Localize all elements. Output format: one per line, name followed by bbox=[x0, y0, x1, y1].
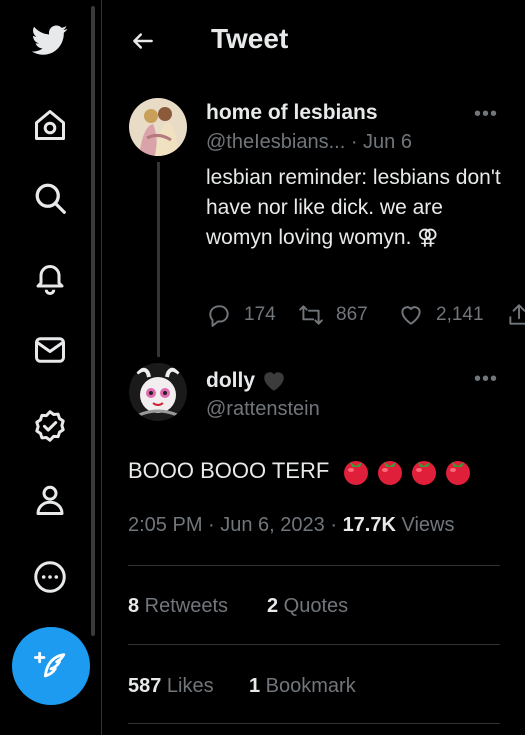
back-button[interactable] bbox=[128, 26, 158, 56]
reply-icon bbox=[209, 305, 229, 327]
reply-button[interactable]: 174 bbox=[206, 302, 276, 328]
author-handle-text[interactable]: @theIesbians... bbox=[206, 131, 345, 153]
twitter-logo-icon[interactable] bbox=[28, 18, 72, 62]
retweet-count: 867 bbox=[336, 304, 368, 325]
tweet-text-content: BOOO BOOO TERF bbox=[128, 458, 330, 483]
quotes-count: 2 bbox=[267, 595, 279, 617]
bookmarks-stat[interactable]: 1 Bookmark bbox=[249, 675, 356, 698]
avatar[interactable] bbox=[129, 363, 187, 421]
divider bbox=[128, 723, 500, 724]
tweet-meta: 2:05 PM · Jun 6, 2023 · 17.7K Views bbox=[128, 514, 454, 537]
author-name[interactable]: dolly bbox=[206, 369, 255, 393]
share-icon bbox=[509, 304, 525, 325]
bookmarks-label: Bookmark bbox=[260, 675, 356, 697]
compose-icon bbox=[34, 651, 66, 678]
retweets-count: 8 bbox=[128, 595, 140, 617]
retweet-button[interactable]: 867 bbox=[298, 302, 368, 328]
heart-black-icon bbox=[264, 372, 284, 391]
retweets-label: Retweets bbox=[139, 595, 229, 617]
views-label: Views bbox=[395, 514, 455, 536]
like-count: 2,141 bbox=[436, 304, 484, 325]
views-count: 17.7K bbox=[342, 514, 396, 536]
tomato-icon bbox=[446, 461, 471, 485]
reply-count: 174 bbox=[244, 304, 276, 325]
sidebar-scrollbar[interactable] bbox=[91, 6, 95, 636]
profile-icon[interactable] bbox=[28, 478, 72, 522]
tomato-icon bbox=[412, 461, 437, 485]
retweets-stat[interactable]: 8 Retweets bbox=[128, 595, 228, 618]
tweet-date[interactable]: · Jun 6 bbox=[351, 131, 412, 153]
like-button[interactable]: 2,141 bbox=[398, 302, 484, 328]
back-arrow-icon bbox=[133, 33, 153, 49]
tweet-timestamp[interactable]: 2:05 PM · Jun 6, 2023 · bbox=[128, 514, 343, 536]
likes-label: Likes bbox=[161, 675, 214, 697]
tweet-detail-panel: Tweet home of lesbians @theIesbians... ·… bbox=[102, 0, 525, 735]
share-button[interactable] bbox=[506, 302, 525, 328]
mail-icon[interactable] bbox=[28, 328, 72, 372]
tweet-text: BOOO BOOO TERF bbox=[128, 456, 473, 486]
quotes-stat[interactable]: 2 Quotes bbox=[267, 595, 348, 618]
thread-line bbox=[157, 162, 160, 357]
avatar[interactable] bbox=[129, 98, 187, 156]
like-icon bbox=[401, 306, 421, 325]
tomato-icon bbox=[378, 461, 403, 485]
compose-button[interactable] bbox=[12, 627, 90, 705]
retweet-icon bbox=[299, 305, 323, 325]
bell-icon[interactable] bbox=[28, 255, 72, 299]
home-icon[interactable] bbox=[28, 103, 72, 147]
sidebar-nav bbox=[0, 0, 102, 735]
author-handle: @theIesbians... · Jun 6 bbox=[206, 131, 412, 154]
likes-count: 587 bbox=[128, 675, 162, 697]
author-name[interactable]: home of lesbians bbox=[206, 101, 378, 125]
quotes-label: Quotes bbox=[278, 595, 349, 617]
page-title: Tweet bbox=[211, 23, 289, 54]
divider bbox=[128, 565, 500, 566]
more-circle-icon[interactable] bbox=[28, 555, 72, 599]
likes-stat[interactable]: 587 Likes bbox=[128, 675, 214, 698]
more-options-button[interactable]: ••• bbox=[474, 103, 498, 126]
tweet-text: lesbian reminder: lesbians don't have no… bbox=[206, 166, 501, 249]
verified-icon[interactable] bbox=[28, 404, 72, 448]
more-options-button[interactable]: ••• bbox=[474, 368, 498, 391]
author-handle[interactable]: @rattenstein bbox=[206, 398, 320, 421]
divider bbox=[128, 644, 500, 645]
author-name-row: dolly bbox=[206, 368, 287, 394]
bookmarks-count: 1 bbox=[249, 675, 261, 697]
search-icon[interactable] bbox=[28, 176, 72, 220]
tomato-icon bbox=[344, 461, 369, 485]
